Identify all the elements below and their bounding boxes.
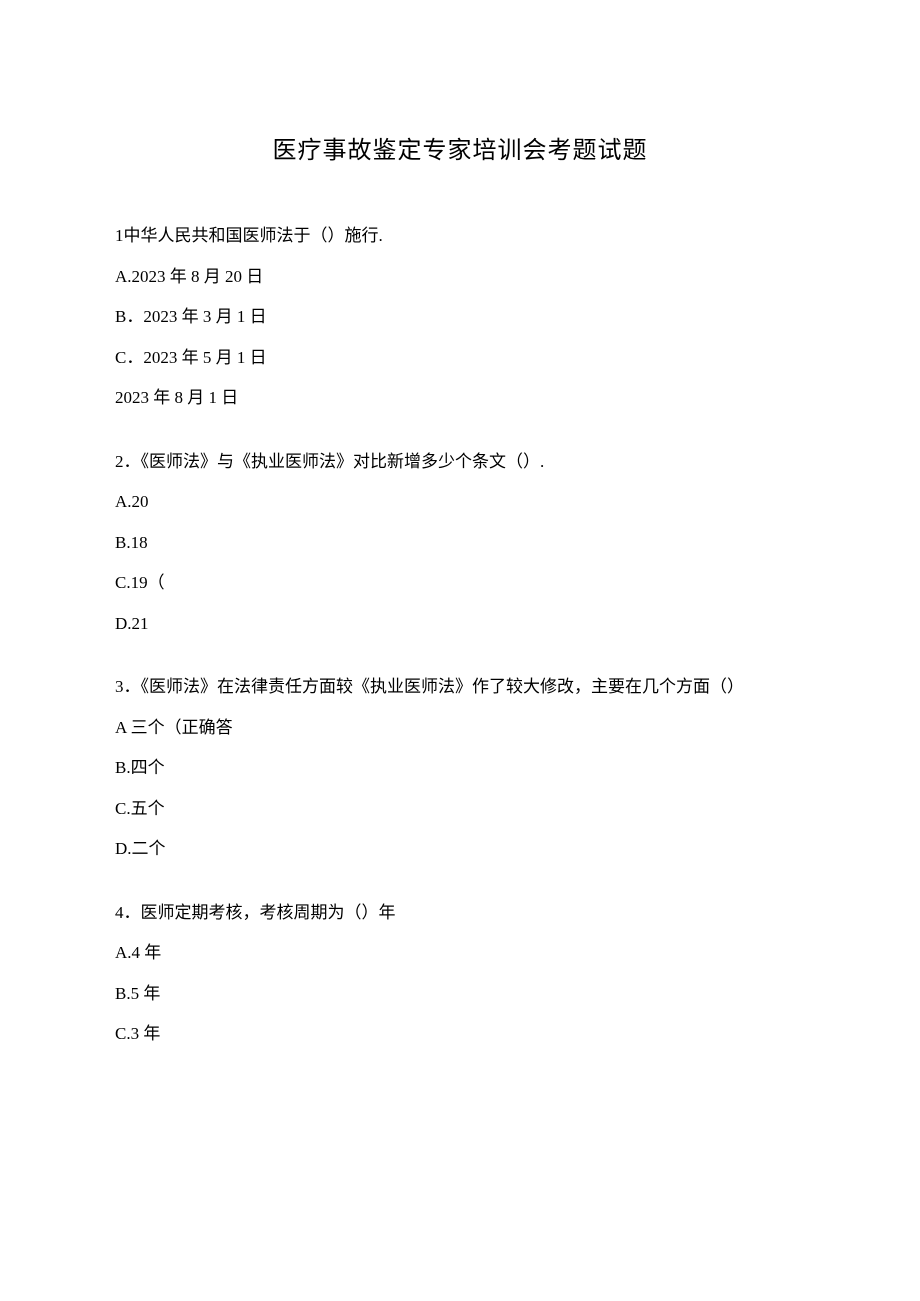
question-number: 1 xyxy=(115,226,124,245)
option-b: B．2023 年 3 月 1 日 xyxy=(115,304,805,330)
option-b: B.18 xyxy=(115,530,805,556)
option-d: D.二个 xyxy=(115,836,805,862)
option-b: B.5 年 xyxy=(115,981,805,1007)
option-d: D.21 xyxy=(115,611,805,637)
question-number: 3 xyxy=(115,677,124,696)
option-a: A.4 年 xyxy=(115,940,805,966)
question-block-2: 2．《医师法》与《执业医师法》对比新增多少个条文（）. A.20 B.18 C.… xyxy=(115,449,805,637)
question-number: 2 xyxy=(115,452,124,471)
option-d: 2023 年 8 月 1 日 xyxy=(115,385,805,411)
option-a: A.2023 年 8 月 20 日 xyxy=(115,264,805,290)
option-c: C.19（ xyxy=(115,570,805,596)
question-body: 中华人民共和国医师法于（）施行. xyxy=(124,226,383,245)
question-block-3: 3．《医师法》在法律责任方面较《执业医师法》作了较大修改，主要在几个方面（） A… xyxy=(115,674,805,862)
question-body: ．《医师法》与《执业医师法》对比新增多少个条文（）. xyxy=(124,452,545,471)
question-text: 1中华人民共和国医师法于（）施行. xyxy=(115,223,805,249)
question-text: 4．医师定期考核，考核周期为（）年 xyxy=(115,900,805,926)
question-text: 3．《医师法》在法律责任方面较《执业医师法》作了较大修改，主要在几个方面（） xyxy=(115,674,805,700)
option-c: C.3 年 xyxy=(115,1021,805,1047)
question-body: ．《医师法》在法律责任方面较《执业医师法》作了较大修改，主要在几个方面（） xyxy=(124,677,745,696)
question-number: 4 xyxy=(115,903,124,922)
question-block-1: 1中华人民共和国医师法于（）施行. A.2023 年 8 月 20 日 B．20… xyxy=(115,223,805,411)
document-title: 医疗事故鉴定专家培训会考题试题 xyxy=(115,130,805,165)
question-block-4: 4．医师定期考核，考核周期为（）年 A.4 年 B.5 年 C.3 年 xyxy=(115,900,805,1047)
option-a: A 三个（正确答 xyxy=(115,715,805,741)
option-b: B.四个 xyxy=(115,755,805,781)
question-text: 2．《医师法》与《执业医师法》对比新增多少个条文（）. xyxy=(115,449,805,475)
option-c: C．2023 年 5 月 1 日 xyxy=(115,345,805,371)
question-body: ．医师定期考核，考核周期为（）年 xyxy=(124,903,396,922)
option-a: A.20 xyxy=(115,489,805,515)
option-c: C.五个 xyxy=(115,796,805,822)
